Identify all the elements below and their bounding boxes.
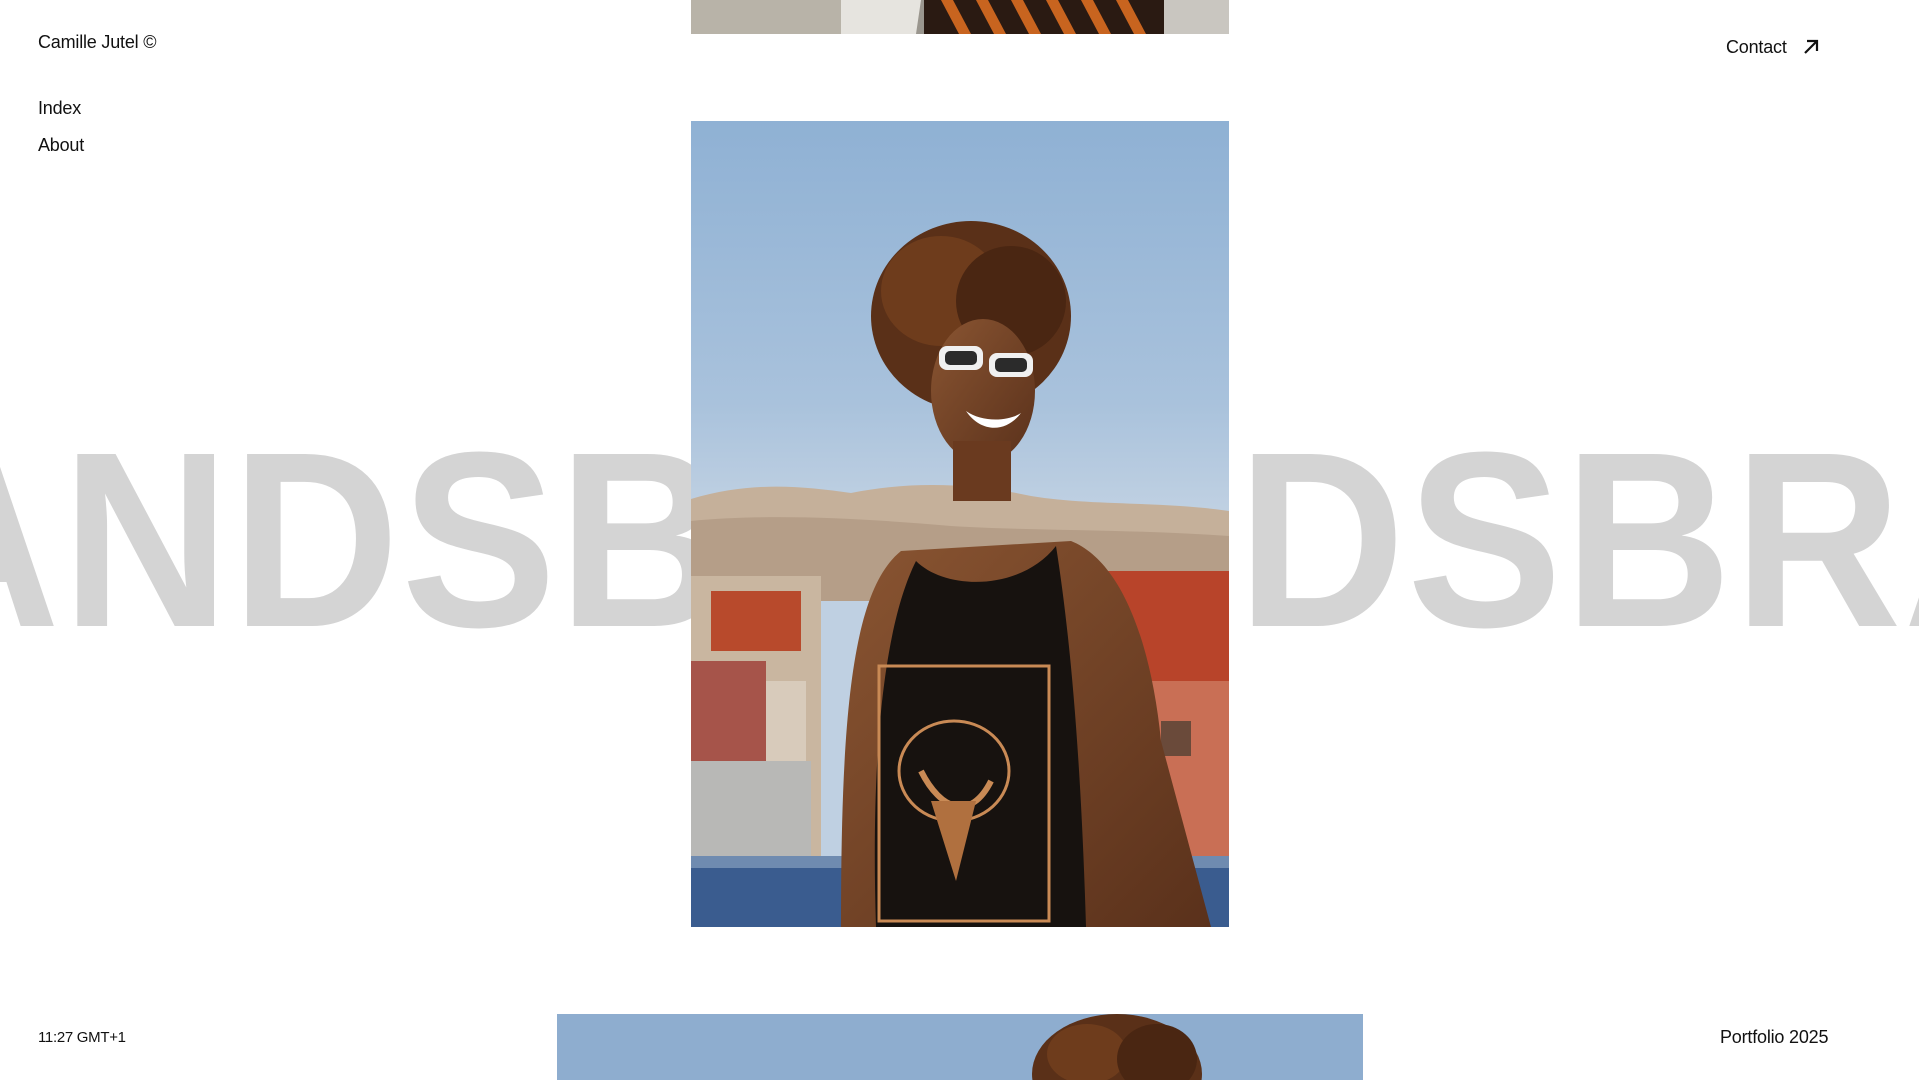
nav-item-index[interactable]: Index	[38, 97, 84, 119]
portfolio-year: Portfolio 2025	[1720, 1027, 1829, 1047]
project-image-next-graphic	[557, 1014, 1363, 1080]
arrow-up-right-icon	[1801, 37, 1821, 57]
project-image-previous[interactable]	[691, 0, 1229, 34]
local-time: 11:27 GMT+1	[38, 1029, 126, 1046]
main-nav: Index About	[38, 97, 84, 156]
contact-link[interactable]: Contact	[1726, 36, 1821, 58]
project-image-main-graphic	[691, 121, 1229, 927]
brand-name[interactable]: Camille Jutel ©	[38, 31, 157, 53]
contact-label: Contact	[1726, 37, 1787, 57]
project-image-main[interactable]	[691, 121, 1229, 927]
nav-item-about[interactable]: About	[38, 134, 84, 156]
project-image-next[interactable]	[557, 1014, 1363, 1080]
portfolio-page: ANDSBRANDSBRANDSBRA	[0, 0, 1919, 1080]
project-image-previous-graphic	[691, 0, 1229, 34]
